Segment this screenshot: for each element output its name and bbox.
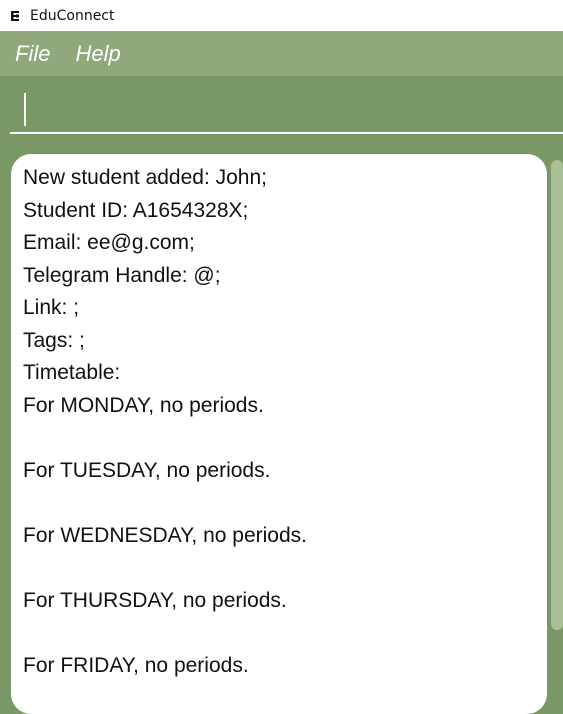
result-line: For TUESDAY, no periods. (23, 458, 271, 482)
result-line (23, 617, 535, 650)
result-line: New student added: John; (23, 166, 268, 189)
menu-bar: File Help (0, 31, 563, 76)
title-bar: EduConnect (0, 0, 563, 31)
result-line: Student ID: A1654328X; (23, 198, 249, 222)
result-display[interactable]: New student added: John; Student ID: A16… (11, 154, 547, 714)
result-line: For WEDNESDAY, no periods. (23, 523, 307, 547)
result-line: For FRIDAY, no periods. (23, 653, 249, 677)
result-line (23, 552, 535, 585)
result-line: For MONDAY, no periods. (23, 393, 264, 417)
result-line: For THURSDAY, no periods. (23, 588, 287, 612)
command-area (0, 76, 563, 136)
result-line: Link: ; (23, 296, 80, 319)
menu-help[interactable]: Help (75, 41, 120, 67)
result-line (23, 487, 535, 520)
menu-file[interactable]: File (15, 41, 50, 67)
result-line: Tags: ; (23, 328, 85, 352)
result-line: Timetable: (23, 361, 121, 384)
window-title: EduConnect (30, 7, 115, 24)
scrollbar-thumb[interactable] (551, 160, 563, 630)
text-caret (24, 93, 26, 126)
result-line: Email: ee@g.com; (23, 231, 195, 254)
command-input[interactable] (10, 76, 563, 134)
result-line (23, 422, 535, 455)
result-line: Telegram Handle: @; (23, 263, 221, 287)
app-icon (9, 8, 21, 23)
